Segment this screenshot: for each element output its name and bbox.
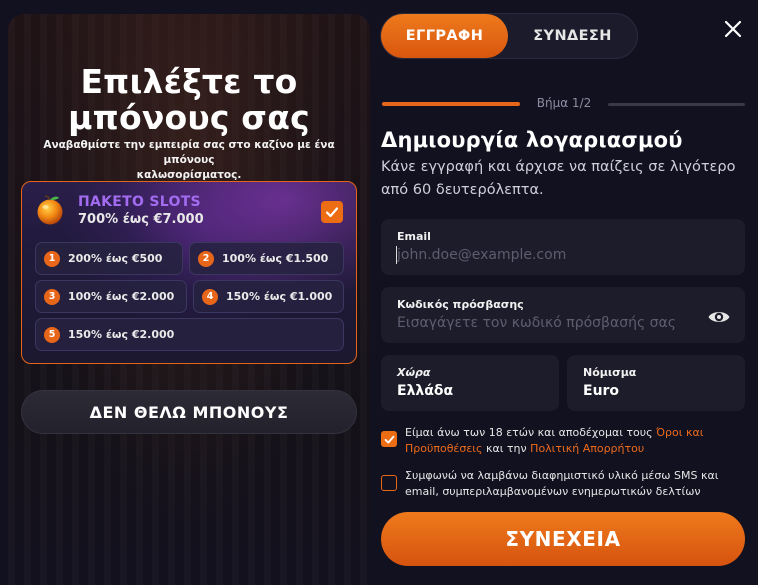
terms-text: Είμαι άνω των 18 ετών και αποδέχομαι του… — [405, 425, 745, 457]
bonus-panel: Επιλέξτε το μπόνους σας Αναβαθμίστε την … — [8, 14, 370, 585]
tier-number: 1 — [44, 250, 60, 267]
bonus-tier-1: 1 200% έως €500 — [35, 242, 183, 275]
promo-title-line2: μπόνους σας — [68, 98, 310, 137]
form-title: Δημιουργία λογαριασμού — [381, 128, 683, 152]
promo-title-line1: Επιλέξτε το — [80, 62, 298, 101]
promo-subtitle-line1: Αναβαθμίστε την εμπειρία σας στο καζίνο … — [43, 139, 335, 166]
email-field[interactable]: Email john.doe@example.com — [381, 219, 745, 275]
password-placeholder: Εισαγάγετε τον κωδικό πρόσβασής σας — [397, 315, 676, 331]
tab-signup[interactable]: ΕΓΓΡΑΦΗ — [381, 14, 508, 58]
package-total: 700% έως €7.000 — [78, 212, 204, 227]
text-caret — [396, 246, 397, 264]
step-label: Βήμα 1/2 — [536, 96, 592, 110]
package-name: ΠΑΚΕΤΟ SLOTS — [78, 194, 201, 210]
email-placeholder: john.doe@example.com — [397, 247, 567, 263]
tab-login[interactable]: ΣΥΝΔΕΣΗ — [508, 14, 637, 58]
tier-number: 3 — [44, 288, 60, 305]
tier-number: 5 — [44, 326, 60, 343]
terms-text-middle: και την — [482, 442, 531, 455]
password-label: Κωδικός πρόσβασης — [397, 298, 524, 311]
continue-button[interactable]: ΣΥΝΕΧΕΙΑ — [381, 512, 745, 566]
bonus-tier-5: 5 150% έως €2.000 — [35, 318, 344, 351]
currency-label: Νόμισμα — [583, 366, 637, 379]
bonus-package-card[interactable]: ΠΑΚΕΤΟ SLOTS 700% έως €7.000 1 200% έως … — [21, 181, 357, 364]
check-icon — [325, 207, 339, 218]
tier-label: 200% έως €500 — [68, 252, 163, 265]
country-label: Χώρα — [397, 366, 431, 379]
promo-title: Επιλέξτε το μπόνους σας — [8, 64, 370, 136]
tier-label: 100% έως €2.000 — [68, 290, 175, 303]
currency-value: Euro — [583, 383, 620, 399]
marketing-text: Συμφωνώ να λαμβάνω διαφημιστικό υλικό μέ… — [405, 469, 719, 498]
fruit-icon — [37, 195, 63, 225]
terms-checkbox[interactable] — [381, 431, 397, 447]
tier-label: 150% έως €2.000 — [68, 328, 175, 341]
close-icon[interactable] — [722, 18, 744, 40]
bonus-tier-3: 3 100% έως €2.000 — [35, 280, 187, 313]
tier-label: 100% έως €1.500 — [222, 252, 329, 265]
country-select[interactable]: Χώρα Ελλάδα — [381, 355, 559, 411]
form-subtitle: Κάνε εγγραφή και άρχισε να παίζεις σε λι… — [381, 159, 736, 198]
terms-text-before: Είμαι άνω των 18 ετών και αποδέχομαι του… — [405, 426, 657, 439]
progress-bar-remaining — [608, 103, 745, 106]
bonus-tier-2: 2 100% έως €1.500 — [189, 242, 344, 275]
bonus-tier-4: 4 150% έως €1.000 — [193, 280, 344, 313]
package-selected-checkbox[interactable] — [321, 201, 343, 223]
check-icon — [384, 435, 394, 444]
country-value: Ελλάδα — [397, 383, 454, 399]
auth-tabs: ΕΓΓΡΑΦΗ ΣΥΝΔΕΣΗ — [380, 13, 638, 59]
progress-bar-completed — [382, 102, 520, 106]
currency-select[interactable]: Νόμισμα Euro — [567, 355, 745, 411]
privacy-link[interactable]: Πολιτική Απορρήτου — [530, 442, 644, 455]
password-field[interactable]: Κωδικός πρόσβασης Εισαγάγετε τον κωδικό … — [381, 287, 745, 343]
tier-number: 2 — [198, 250, 214, 267]
promo-subtitle: Αναβαθμίστε την εμπειρία σας στο καζίνο … — [26, 138, 352, 183]
marketing-checkbox[interactable] — [381, 475, 397, 491]
no-bonus-button[interactable]: ΔΕΝ ΘΕΛΩ ΜΠΟΝΟΥΣ — [21, 390, 357, 434]
eye-icon[interactable] — [707, 308, 731, 326]
tier-number: 4 — [202, 288, 218, 305]
tier-label: 150% έως €1.000 — [226, 290, 333, 303]
email-label: Email — [397, 230, 431, 243]
